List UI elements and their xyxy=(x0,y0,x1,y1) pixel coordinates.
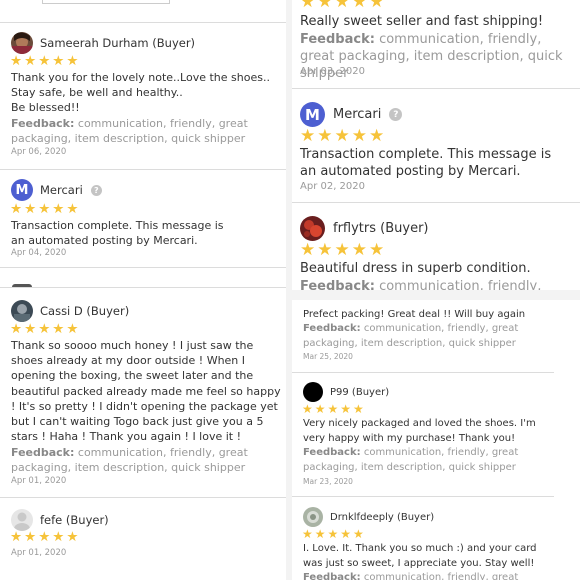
review-date: Apr 03, 2020 xyxy=(300,66,366,77)
review-message: Very nicely packaged and loved the shoes… xyxy=(303,418,536,444)
reviewer-name[interactable]: Cassi D (Buyer) xyxy=(40,304,129,318)
reviewer-name[interactable]: Drnklfdeeply (Buyer) xyxy=(330,512,434,523)
avatar xyxy=(300,216,325,241)
cropped-top-bar xyxy=(42,0,170,4)
rating-stars: ★★★★★ xyxy=(300,0,387,12)
review-first: Prefect packing! Great deal !! Will buy … xyxy=(292,300,554,373)
review-feedback: Feedback: communication, friendly, great xyxy=(300,278,562,290)
default-avatar-icon xyxy=(11,509,33,531)
review-header: frflytrs (Buyer) xyxy=(300,216,429,241)
review-date: Apr 01, 2020 xyxy=(11,476,67,486)
feedback-label: Feedback: xyxy=(300,32,375,47)
divider xyxy=(0,287,286,288)
mercari-logo-icon: M xyxy=(300,102,325,127)
question-circle-icon[interactable]: ? xyxy=(90,184,102,196)
review-date: Apr 04, 2020 xyxy=(11,248,67,258)
review-date: Apr 06, 2020 xyxy=(11,147,67,157)
review-date: Mar 25, 2020 xyxy=(303,352,353,361)
review-fefe: fefe (Buyer) ★★★★★ Apr 01, 2020 xyxy=(0,498,286,580)
review-header: P99 (Buyer) xyxy=(303,382,389,402)
avatar xyxy=(303,507,323,527)
review-mercari: M Mercari ? ★★★★★ Transaction complete. … xyxy=(292,89,580,203)
reviewer-name[interactable]: Mercari xyxy=(333,107,381,122)
avatar xyxy=(303,382,323,402)
review-header: Sameerah Durham (Buyer) xyxy=(11,32,195,54)
reviewer-name[interactable]: Mercari xyxy=(40,183,83,197)
review-drnklfdeeply: Drnklfdeeply (Buyer) ★★★★★ I. Love. It. … xyxy=(292,497,554,580)
feedback-label: Feedback: xyxy=(300,279,375,290)
review-feedback: Feedback: communication, friendly, great… xyxy=(11,445,273,475)
review-message: Transaction complete. This message is an… xyxy=(300,147,552,179)
reviewer-name[interactable]: fefe (Buyer) xyxy=(40,513,109,527)
feedback-label: Feedback: xyxy=(11,446,75,459)
review-mercari: M Mercari ? ★★★★★ Transaction complete. … xyxy=(0,170,286,268)
rating-stars: ★★★★★ xyxy=(302,402,366,416)
review-date: Apr 02, 2020 xyxy=(300,181,366,192)
review-message: Really sweet seller and fast shipping! xyxy=(300,14,544,29)
reviewer-name[interactable]: P99 (Buyer) xyxy=(330,387,389,398)
rating-stars: ★★★★★ xyxy=(302,527,366,541)
mercari-logo-icon: M xyxy=(11,179,33,201)
right-bottom-review-panel: Prefect packing! Great deal !! Will buy … xyxy=(292,300,580,580)
rating-stars: ★★★★★ xyxy=(10,201,81,217)
rating-stars: ★★★★★ xyxy=(10,529,81,545)
question-circle-icon[interactable]: ? xyxy=(389,108,403,121)
left-review-panel: Sameerah Durham (Buyer) ★★★★★ Thank you … xyxy=(0,0,286,580)
review-header: Drnklfdeeply (Buyer) xyxy=(303,507,434,527)
rating-stars: ★★★★★ xyxy=(10,321,81,337)
feedback-label: Feedback: xyxy=(303,447,361,458)
review-header: M Mercari ? xyxy=(300,102,403,127)
avatar xyxy=(11,32,33,54)
rating-stars: ★★★★★ xyxy=(10,53,81,69)
reviewer-name[interactable]: Sameerah Durham (Buyer) xyxy=(40,36,195,50)
review-cassi: Cassi D (Buyer) ★★★★★ Thank so soooo muc… xyxy=(0,294,286,498)
right-top-review-panel: ★★★★★ Really sweet seller and fast shipp… xyxy=(292,0,580,290)
review-sameerah: Sameerah Durham (Buyer) ★★★★★ Thank you … xyxy=(0,23,286,170)
review-date: Mar 23, 2020 xyxy=(303,477,353,486)
feedback-label: Feedback: xyxy=(303,323,361,334)
review-header: M Mercari ? xyxy=(11,179,102,201)
review-message: Prefect packing! Great deal !! Will buy … xyxy=(303,309,526,320)
rating-stars: ★★★★★ xyxy=(300,126,387,146)
review-message: Thank you for the lovely note..Love the … xyxy=(11,71,270,114)
review-feedback: Feedback: communication, friendly, great… xyxy=(303,446,543,475)
review-feedback: Feedback: communication, friendly, great… xyxy=(11,116,273,146)
review-header: Cassi D (Buyer) xyxy=(11,300,129,322)
feedback-tags: communication, friendly, great xyxy=(363,572,519,580)
review-first: ★★★★★ Really sweet seller and fast shipp… xyxy=(292,0,580,89)
review-header: fefe (Buyer) xyxy=(11,509,109,531)
feedback-label: Feedback: xyxy=(11,117,75,130)
review-feedback: Feedback: communication, friendly, great… xyxy=(303,322,543,351)
review-p99: P99 (Buyer) ★★★★★ Very nicely packaged a… xyxy=(292,373,554,497)
review-date: Apr 01, 2020 xyxy=(11,548,67,558)
review-frflytrs: frflytrs (Buyer) ★★★★★ Beautiful dress i… xyxy=(292,203,580,290)
review-message: Beautiful dress in superb condition. xyxy=(300,261,531,276)
review-message: I. Love. It. Thank you so much :) and yo… xyxy=(303,543,537,569)
rating-stars: ★★★★★ xyxy=(300,240,387,260)
feedback-label: Feedback: xyxy=(303,572,361,580)
review-feedback: Feedback: communication, friendly, great xyxy=(303,571,543,580)
review-message: Thank so soooo much honey ! I just saw t… xyxy=(11,339,281,444)
reviewer-name[interactable]: frflytrs (Buyer) xyxy=(333,221,429,236)
review-message: Transaction complete. This message is an… xyxy=(11,219,224,247)
avatar xyxy=(11,300,33,322)
